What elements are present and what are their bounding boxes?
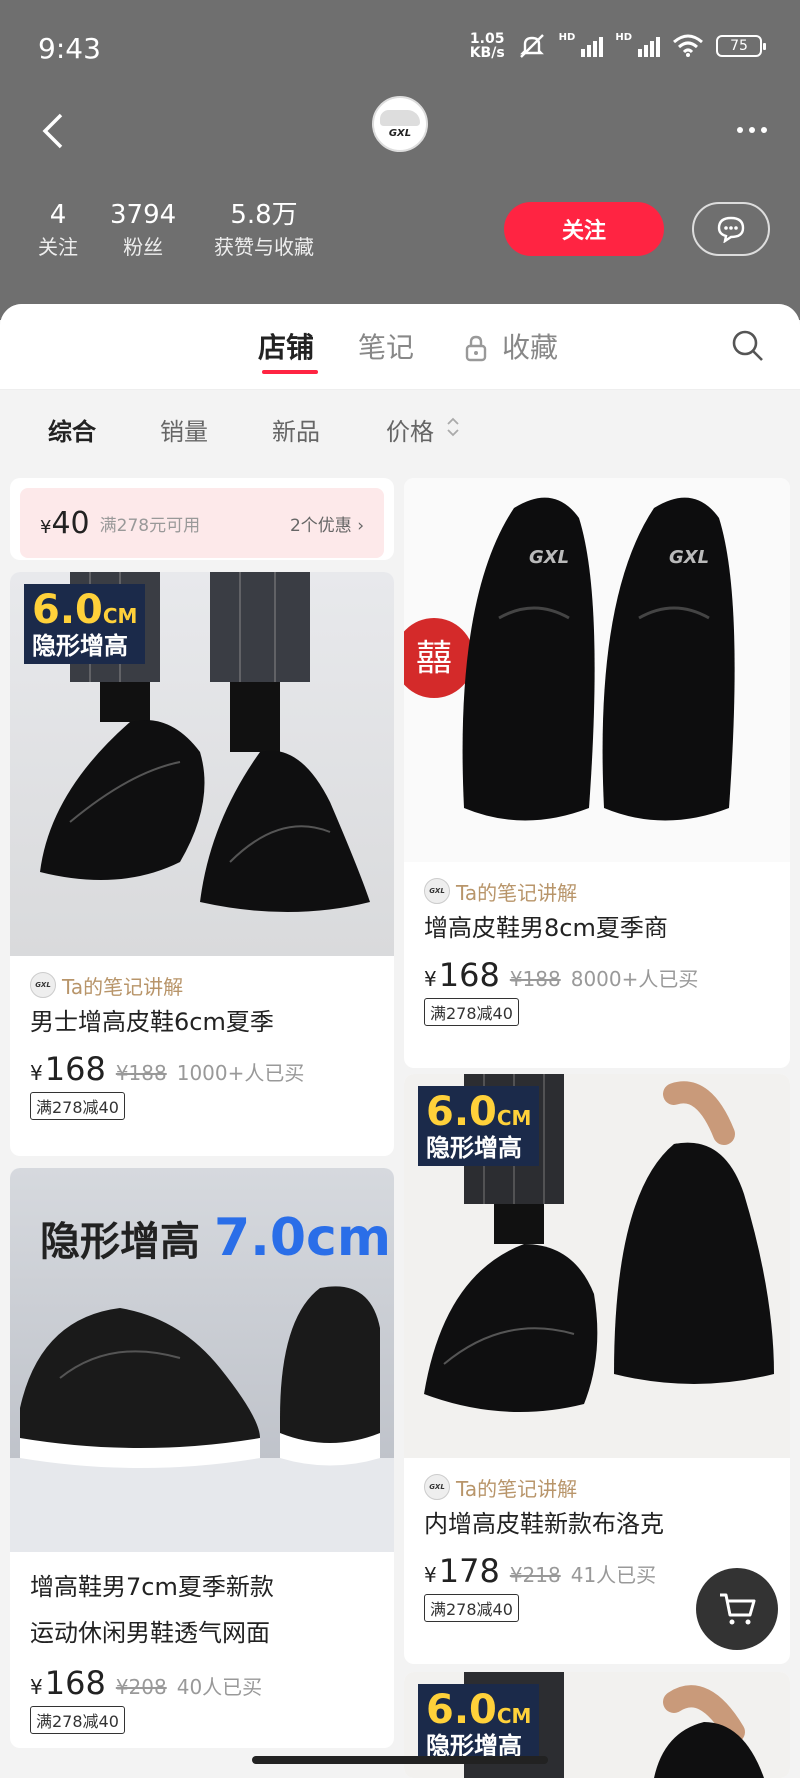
- svg-text:GXL: GXL: [669, 547, 709, 568]
- product-price: ¥178: [424, 1552, 500, 1590]
- sort-arrows-icon: [447, 417, 459, 437]
- stat-followers[interactable]: 3794 粉丝: [110, 198, 176, 262]
- product-card[interactable]: 囍 GXL GXL GXL Ta的笔记讲解 增高皮鞋男8cm夏季商 ¥168 ¥…: [404, 478, 790, 1068]
- signal-icon: [581, 35, 604, 57]
- discount-tag: 满278减40: [30, 1092, 125, 1120]
- battery-icon: 75: [716, 35, 766, 57]
- cart-button[interactable]: [696, 1568, 778, 1650]
- sold-count: 8000+人已买: [570, 967, 699, 991]
- discount-tag: 满278减40: [424, 998, 519, 1026]
- filter-all[interactable]: 综合: [48, 412, 96, 447]
- product-title-line1: 增高鞋男7cm夏季新款: [30, 1573, 274, 1601]
- network-speed: 1.05 KB/s: [469, 31, 505, 61]
- product-info: 增高鞋男7cm夏季新款 运动休闲男鞋透气网面 ¥168 ¥208 40人已买 满…: [10, 1564, 394, 1734]
- message-button[interactable]: [692, 202, 770, 256]
- dot-icon: [737, 127, 743, 133]
- stat-following[interactable]: 4 关注: [38, 198, 78, 262]
- product-title-line2: 运动休闲男鞋透气网面: [30, 1619, 270, 1647]
- product-image: 隐形增高 7.0cm: [10, 1168, 394, 1552]
- stat-likes[interactable]: 5.8万 获赞与收藏: [214, 198, 314, 262]
- product-title: 男士增高皮鞋6cm夏季: [30, 1008, 274, 1036]
- coupon: ¥40 满278元可用 2个优惠 ›: [20, 488, 384, 558]
- chat-bubble-icon: [717, 216, 745, 243]
- product-image: 6.0CM 隐形增高: [10, 572, 394, 956]
- status-bar: 9:43 1.05 KB/s HD HD 75: [0, 0, 800, 96]
- price-row: ¥168 ¥188 1000+人已买: [30, 1050, 374, 1088]
- mute-icon: [519, 34, 544, 58]
- product-card[interactable]: 6.0CM 隐形增高 GXL Ta的笔记讲解 男士增高皮鞋6cm夏季 ¥168 …: [10, 572, 394, 1156]
- note-explain-row[interactable]: GXL Ta的笔记讲解: [30, 968, 374, 1002]
- coupon-card[interactable]: ¥40 满278元可用 2个优惠 ›: [10, 478, 394, 560]
- note-explain-row[interactable]: GXL Ta的笔记讲解: [424, 1470, 770, 1504]
- back-button[interactable]: [28, 106, 78, 156]
- tab-active-indicator: [262, 370, 318, 374]
- original-price: ¥218: [509, 1563, 561, 1587]
- tab-notes[interactable]: 笔记: [358, 326, 414, 366]
- product-image: 囍 GXL GXL: [404, 478, 790, 862]
- svg-text:GXL: GXL: [529, 547, 569, 568]
- filter-new[interactable]: 新品: [272, 412, 320, 447]
- more-button[interactable]: [730, 110, 774, 150]
- shoe-logo-icon: [380, 109, 420, 126]
- shoe-image-icon: 囍 GXL GXL: [404, 497, 735, 821]
- signal-icon-2: [638, 35, 660, 57]
- tab-shop[interactable]: 店铺: [258, 326, 314, 366]
- discount-tag: 满278减40: [424, 1594, 519, 1622]
- coupon-condition: 满278元可用: [99, 515, 201, 536]
- sold-count: 1000+人已买: [176, 1061, 305, 1085]
- price-row: ¥168 ¥208 40人已买: [30, 1664, 374, 1702]
- height-banner: 隐形增高 7.0cm: [40, 1208, 392, 1268]
- coupon-more-link[interactable]: 2个优惠 ›: [290, 511, 364, 536]
- height-badge: 6.0CM 隐形增高: [24, 584, 146, 664]
- tab-bar: 店铺 笔记 收藏: [0, 304, 800, 390]
- shop-mini-avatar: GXL: [424, 1474, 450, 1500]
- product-info: GXL Ta的笔记讲解 男士增高皮鞋6cm夏季 ¥168 ¥188 1000+人…: [10, 968, 394, 1120]
- product-title: 内增高皮鞋新款布洛克: [424, 1510, 664, 1538]
- coupon-amount: ¥40: [40, 505, 90, 541]
- svg-text:囍: 囍: [416, 638, 452, 679]
- status-icons: 1.05 KB/s HD HD 75: [469, 31, 766, 61]
- height-badge: 6.0CM 隐形增高: [418, 1684, 540, 1764]
- cart-icon: [720, 1593, 756, 1625]
- product-price: ¥168: [424, 956, 500, 994]
- avatar-logo-text: GXL: [388, 127, 412, 139]
- chevron-left-icon: [42, 113, 63, 149]
- note-explain-row[interactable]: GXL Ta的笔记讲解: [424, 874, 770, 908]
- status-time: 9:43: [38, 32, 101, 65]
- sold-count: 40人已买: [176, 1675, 263, 1699]
- product-price: ¥168: [30, 1664, 106, 1702]
- product-title: 增高皮鞋男8cm夏季商: [424, 914, 668, 942]
- product-price: ¥168: [30, 1050, 106, 1088]
- height-badge: 6.0CM 隐形增高: [418, 1086, 540, 1166]
- original-price: ¥188: [115, 1061, 167, 1085]
- hd-label-2: HD: [615, 32, 632, 43]
- shop-avatar[interactable]: GXL: [372, 96, 428, 152]
- dot-icon: [761, 127, 767, 133]
- filter-price[interactable]: 价格: [386, 412, 434, 447]
- wifi-icon: [673, 34, 703, 57]
- product-image: 6.0CM 隐形增高: [404, 1074, 790, 1458]
- filter-sales[interactable]: 销量: [160, 412, 208, 447]
- lock-icon: [465, 335, 487, 362]
- filter-bar: 综合 销量 新品 价格: [0, 390, 800, 466]
- shop-mini-avatar: GXL: [424, 878, 450, 904]
- discount-tag: 满278减40: [30, 1706, 125, 1734]
- search-icon: [732, 330, 763, 361]
- original-price: ¥208: [115, 1675, 167, 1699]
- original-price: ¥188: [509, 967, 561, 991]
- profile-header: 9:43 1.05 KB/s HD HD 75 GXL 4 关注 3794 粉丝…: [0, 0, 800, 320]
- search-button[interactable]: [730, 328, 770, 368]
- shop-mini-avatar: GXL: [30, 972, 56, 998]
- home-indicator[interactable]: [252, 1756, 548, 1764]
- tab-favorites[interactable]: 收藏: [502, 326, 558, 366]
- follow-button[interactable]: 关注: [504, 202, 664, 256]
- dot-icon: [749, 127, 755, 133]
- hd-label: HD: [558, 32, 576, 43]
- sold-count: 41人已买: [570, 1563, 657, 1587]
- nav-bar: GXL: [0, 96, 800, 168]
- product-info: GXL Ta的笔记讲解 增高皮鞋男8cm夏季商 ¥168 ¥188 8000+人…: [404, 874, 790, 1026]
- price-row: ¥168 ¥188 8000+人已买: [424, 956, 770, 994]
- product-card[interactable]: 隐形增高 7.0cm 增高鞋男7cm夏季新款 运动休闲男鞋透气网面 ¥168 ¥…: [10, 1168, 394, 1748]
